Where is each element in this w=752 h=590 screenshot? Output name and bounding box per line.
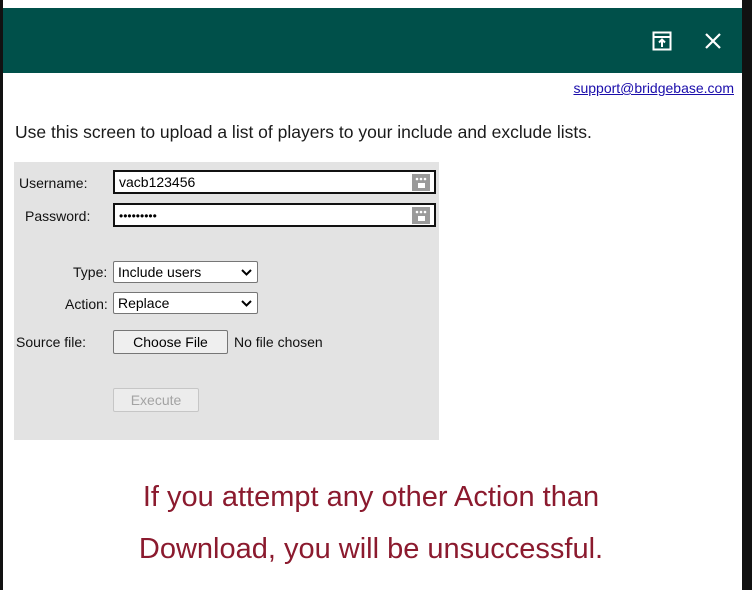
file-status-text: No file chosen [234, 334, 323, 350]
intro-text: Use this screen to upload a list of play… [15, 122, 592, 142]
warning-line-1: If you attempt any other Action than [142, 481, 600, 513]
close-button[interactable] [700, 28, 726, 54]
top-margin [0, 0, 752, 8]
chevron-down-icon [241, 300, 252, 307]
type-select[interactable]: Include users [113, 261, 258, 283]
action-label: Action: [65, 296, 108, 312]
support-email-link[interactable]: support@bridgebase.com [573, 80, 734, 96]
choose-file-button[interactable]: Choose File [113, 330, 228, 354]
chevron-down-icon [241, 269, 252, 276]
action-select[interactable]: Replace [113, 292, 258, 314]
password-field[interactable]: ••••••••• [113, 203, 436, 227]
type-label: Type: [73, 264, 108, 280]
username-field[interactable]: vacb123456 [113, 170, 436, 194]
username-label: Username: [19, 175, 88, 191]
popout-button[interactable] [649, 28, 675, 54]
window-border-right [742, 0, 752, 590]
upload-form-panel: Username: vacb123456 Password: •••••••••… [14, 162, 439, 440]
username-value: vacb123456 [119, 174, 196, 190]
password-label: Password: [25, 208, 91, 224]
password-manager-icon [412, 207, 430, 224]
execute-button[interactable]: Execute [113, 388, 199, 412]
warning-line-2: Download, you will be unsuccessful. [138, 533, 604, 565]
popout-icon [652, 31, 672, 51]
password-manager-icon [412, 174, 430, 191]
title-bar [3, 8, 742, 73]
close-icon [705, 33, 721, 49]
password-value: ••••••••• [119, 209, 157, 223]
type-selected-value: Include users [118, 264, 202, 280]
source-file-label: Source file: [16, 334, 87, 350]
action-selected-value: Replace [118, 295, 170, 311]
